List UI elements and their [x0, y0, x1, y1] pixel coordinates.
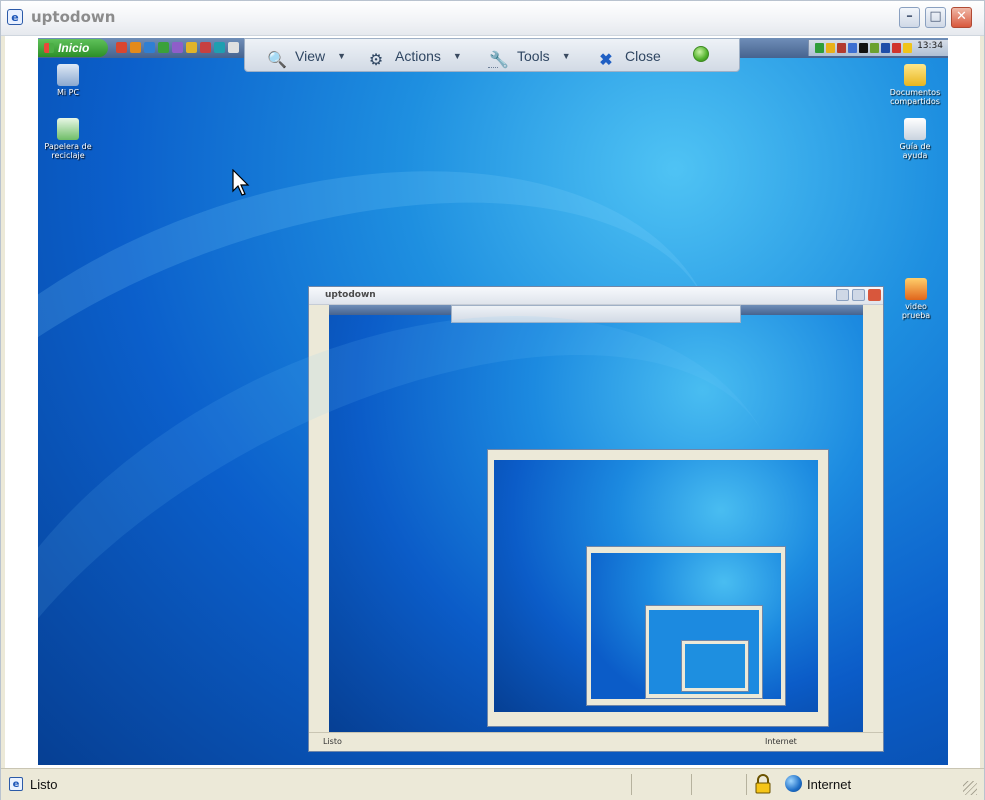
desktop-icon-label: video prueba: [901, 302, 931, 320]
dropdown-arrow-icon: ▼: [452, 51, 462, 61]
tray-app-icon[interactable]: [815, 43, 824, 53]
title-bar[interactable]: e uptodown – □ ✕: [1, 1, 984, 36]
desktop-icon-video[interactable]: video prueba: [890, 278, 942, 320]
quick-launch-app-icon[interactable]: [200, 42, 211, 53]
close-x-icon: ✖: [599, 52, 613, 69]
status-text: Listo: [30, 777, 58, 792]
recycle-bin-icon: [57, 118, 79, 140]
gears-icon: ⚙: [368, 52, 384, 69]
ie-icon: e: [7, 9, 23, 25]
desktop-icon-shared-docs[interactable]: Documentos compartidos: [884, 64, 946, 106]
nested-toolbar: [451, 305, 741, 323]
tray-app-icon[interactable]: [881, 43, 890, 53]
zone-text: Internet: [807, 777, 852, 792]
status-divider: [631, 774, 632, 795]
maximize-icon: □: [929, 9, 942, 24]
lock-icon: [755, 774, 771, 794]
tray-app-icon[interactable]: [859, 43, 868, 53]
my-pc-icon: [57, 64, 79, 86]
browser-window: e uptodown – □ ✕ Inicio 13:34 Mi PC Pape…: [0, 0, 985, 800]
nested-window-5: [681, 640, 749, 692]
magnifier-icon: 🔍: [267, 52, 287, 69]
desktop-icon-label: Documentos compartidos: [889, 88, 941, 106]
nested-status-bar: Listo Internet: [309, 732, 883, 751]
tray-icons: [815, 43, 912, 53]
desktop-icon-label: Mi PC: [56, 88, 80, 97]
start-button[interactable]: Inicio: [38, 39, 108, 57]
nested-desktop-4: [649, 610, 759, 694]
nested-status-text: Listo: [323, 737, 342, 746]
close-icon: ✕: [956, 9, 967, 24]
nested-title-bar: uptodown: [309, 287, 883, 305]
quick-launch-app-icon[interactable]: [116, 42, 127, 53]
video-file-icon: [905, 278, 927, 300]
minimize-icon: –: [906, 9, 913, 24]
desktop-icon-recycle-bin[interactable]: Papelera de reciclaje: [42, 118, 94, 160]
toolbar-actions-menu[interactable]: ⚙ Actions ▼: [367, 46, 462, 69]
nested-window-1[interactable]: uptodown Listo Internet: [308, 286, 884, 752]
quick-launch-app-icon[interactable]: [186, 42, 197, 53]
mouse-cursor-icon: [232, 169, 250, 196]
remote-desktop[interactable]: Inicio 13:34 Mi PC Papelera de reciclaje…: [38, 38, 948, 765]
start-label: Inicio: [58, 41, 90, 55]
internet-zone-icon: [785, 775, 802, 792]
toolbar-view-label: View: [295, 48, 326, 64]
tray-app-icon[interactable]: [870, 43, 879, 53]
tray-app-icon[interactable]: [903, 43, 912, 53]
shared-docs-icon: [904, 64, 926, 86]
tray-app-icon[interactable]: [826, 43, 835, 53]
nested-close-icon: [868, 289, 881, 301]
nested-window-title: uptodown: [325, 290, 376, 300]
remote-control-toolbar[interactable]: 🔍 View ▼ ⚙ Actions ▼ 🔧 Tools ▼ ✖ Close: [244, 38, 740, 72]
toolbar-close-label: Close: [625, 48, 661, 64]
desktop-icon-label: Guía de ayuda: [899, 142, 931, 160]
toolbar-tools-label: Tools: [517, 48, 550, 64]
close-button[interactable]: ✕: [951, 7, 972, 28]
quick-launch-app-icon[interactable]: [158, 42, 169, 53]
clock: 13:34: [917, 41, 943, 51]
nested-minimize-icon: [836, 289, 849, 301]
nested-zone-text: Internet: [765, 737, 797, 746]
quick-launch-app-icon[interactable]: [130, 42, 141, 53]
desktop-icon-my-pc[interactable]: Mi PC: [46, 64, 90, 97]
nested-desktop-5: [685, 644, 745, 688]
quick-launch-app-icon[interactable]: [228, 42, 239, 53]
nested-desktop-2: [494, 460, 818, 712]
quick-launch-app-icon[interactable]: [214, 42, 225, 53]
remote-viewport[interactable]: Inicio 13:34 Mi PC Papelera de reciclaje…: [5, 36, 980, 768]
tray-app-icon[interactable]: [892, 43, 901, 53]
nested-window-4: [645, 605, 763, 699]
toolbar-tools-menu[interactable]: 🔧 Tools ▼: [489, 46, 571, 69]
quick-launch-app-icon[interactable]: [172, 42, 183, 53]
toolbar-grip-handle[interactable]: [488, 67, 498, 71]
tray-app-icon[interactable]: [848, 43, 857, 53]
nested-maximize-icon: [852, 289, 865, 301]
toolbar-actions-label: Actions: [395, 48, 441, 64]
maximize-button[interactable]: □: [925, 7, 946, 28]
nested-window-2: [487, 449, 829, 727]
help-file-icon: [904, 118, 926, 140]
desktop-icon-help[interactable]: Guía de ayuda: [886, 118, 944, 160]
resize-grip[interactable]: [963, 781, 977, 795]
tray-app-icon[interactable]: [837, 43, 846, 53]
quick-launch-app-icon[interactable]: [144, 42, 155, 53]
connection-status-icon[interactable]: [693, 46, 709, 62]
toolbar-view-menu[interactable]: 🔍 View ▼: [267, 46, 347, 69]
toolbar-close-button[interactable]: ✖ Close: [597, 46, 661, 69]
status-bar: e Listo Internet: [1, 768, 984, 800]
quick-launch-bar: [116, 42, 239, 53]
nested-desktop-3: [591, 553, 781, 699]
desktop-icon-label: Papelera de reciclaje: [44, 142, 92, 160]
window-title: uptodown: [31, 8, 116, 26]
minimize-button[interactable]: –: [899, 7, 920, 28]
status-divider: [746, 774, 747, 795]
dropdown-arrow-icon: ▼: [561, 51, 571, 61]
status-divider: [691, 774, 692, 795]
dropdown-arrow-icon: ▼: [337, 51, 347, 61]
nested-desktop: [329, 305, 863, 733]
nested-window-3: [586, 546, 786, 706]
page-icon: e: [9, 777, 23, 791]
system-tray: 13:34: [808, 40, 948, 56]
windows-flag-icon: [44, 43, 54, 53]
